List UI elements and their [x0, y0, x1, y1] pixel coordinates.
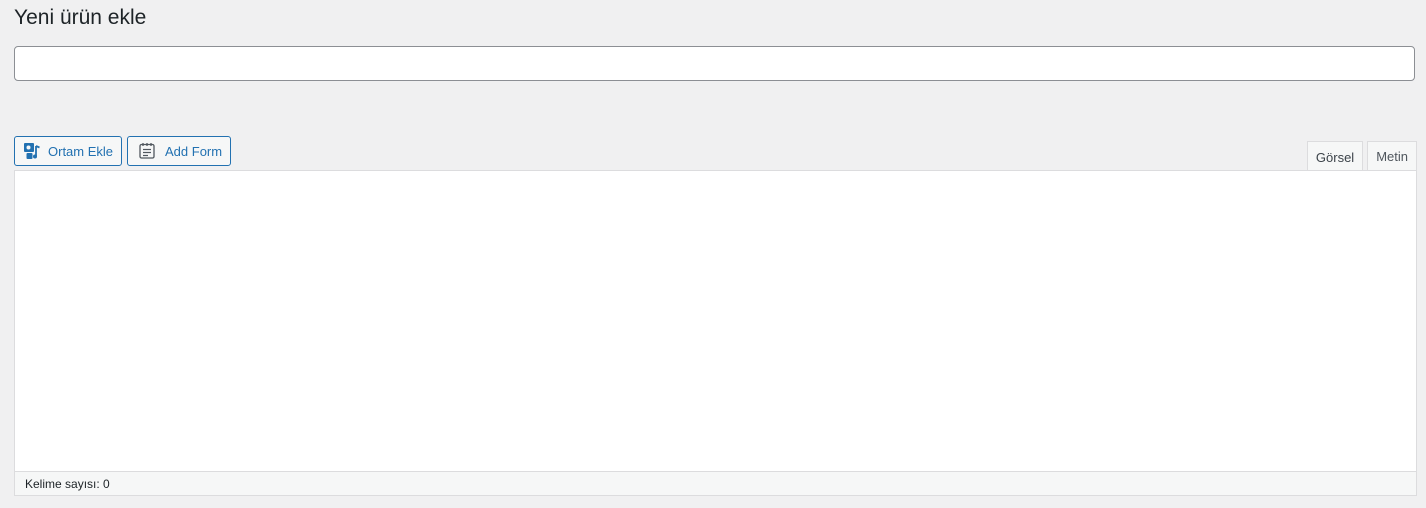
form-icon [137, 141, 157, 161]
add-media-label: Ortam Ekle [48, 143, 114, 159]
editor-tabs: Görsel Metin [1306, 141, 1417, 172]
word-count: Kelime sayısı: 0 [25, 476, 110, 491]
media-buttons: Ortam Ekle Add Form [14, 136, 232, 166]
editor-status-bar: Kelime sayısı: 0 [14, 471, 1417, 496]
tab-visual[interactable]: Görsel [1306, 141, 1364, 172]
product-title-input[interactable] [14, 46, 1415, 81]
tab-text[interactable]: Metin [1367, 141, 1417, 171]
editor-content-area[interactable] [14, 170, 1417, 472]
page-title: Yeni ürün ekle [14, 6, 147, 29]
add-media-button[interactable]: Ortam Ekle [14, 136, 123, 166]
media-icon [22, 141, 42, 161]
add-form-label: Add Form [165, 143, 223, 159]
add-form-button[interactable]: Add Form [127, 136, 232, 166]
